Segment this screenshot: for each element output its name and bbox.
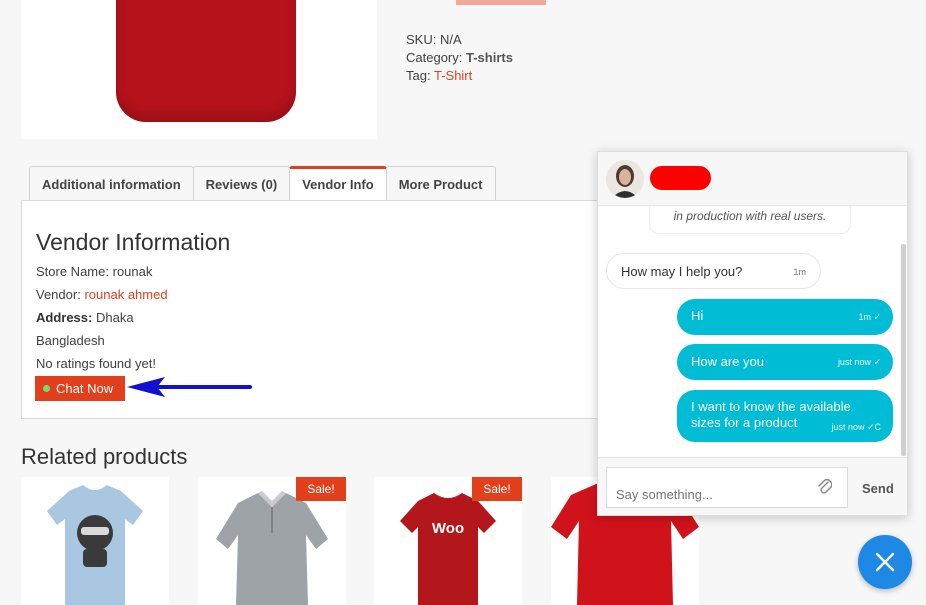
- vendor-info-panel: Vendor Information Store Name: rounak Ve…: [21, 200, 601, 419]
- agent-name-redacted: [650, 166, 711, 190]
- agent-avatar: [606, 160, 644, 198]
- ratings-text: No ratings found yet!: [36, 356, 156, 371]
- related-products-title: Related products: [21, 444, 188, 469]
- paperclip-icon[interactable]: [818, 478, 832, 495]
- vendor-title: Vendor Information: [36, 229, 231, 255]
- send-button[interactable]: Send: [862, 481, 894, 496]
- red-tshirt-image: [116, 0, 296, 122]
- tab-vendor-info[interactable]: Vendor Info: [289, 166, 387, 201]
- address-row: Address: Dhaka: [36, 310, 134, 325]
- tag-row: Tag: T-Shirt: [406, 68, 473, 83]
- outgoing-message: Hi 1m ✓: [677, 299, 893, 335]
- chat-widget: in production with real users. How may I…: [597, 151, 908, 516]
- woman-avatar-icon: [606, 160, 644, 198]
- product-meta: SKU: N/A Category: T-shirts Tag: T-Shirt: [406, 31, 513, 85]
- related-product-card[interactable]: Sale!: [198, 477, 346, 605]
- product-image[interactable]: [21, 0, 377, 139]
- tab-more-product[interactable]: More Product: [385, 166, 496, 200]
- chat-footer: Send: [598, 457, 907, 515]
- country-row: Bangladesh: [36, 333, 105, 348]
- outgoing-message: I want to know the available sizes for a…: [677, 390, 893, 442]
- message-time: 1m: [793, 267, 806, 277]
- product-tabs: Additional information Reviews (0) Vendo…: [29, 166, 496, 201]
- system-message: in production with real users.: [649, 206, 851, 234]
- vendor-link[interactable]: rounak ahmed: [84, 287, 167, 302]
- outgoing-message: How are you just now ✓: [677, 344, 893, 380]
- store-name-row: Store Name: rounak: [36, 264, 153, 279]
- category-row: Category: T-shirts: [406, 50, 513, 65]
- message-time: just now ✓: [837, 357, 881, 367]
- tab-reviews[interactable]: Reviews (0): [192, 166, 291, 200]
- woo-print-text: Woo: [432, 520, 464, 537]
- sku-row: SKU: N/A: [406, 32, 462, 47]
- chat-message-input[interactable]: [606, 467, 848, 508]
- sale-badge: Sale!: [296, 477, 346, 501]
- sale-badge: Sale!: [472, 477, 522, 501]
- add-to-cart-button-edge[interactable]: [456, 0, 546, 5]
- close-chat-button[interactable]: [858, 535, 912, 589]
- message-time: just now ✓C: [831, 422, 881, 432]
- chat-header: [598, 152, 907, 206]
- chat-now-button[interactable]: Chat Now: [35, 376, 125, 401]
- vendor-row: Vendor: rounak ahmed: [36, 287, 168, 302]
- chat-scrollbar[interactable]: [901, 244, 906, 456]
- blue-arrow-annotation: [127, 377, 252, 397]
- close-icon: [875, 552, 895, 572]
- related-product-card[interactable]: [21, 477, 169, 605]
- tab-additional-information[interactable]: Additional information: [29, 166, 194, 200]
- related-product-card[interactable]: Woo Sale!: [374, 477, 522, 605]
- ninja-tshirt-icon: [47, 485, 143, 605]
- category-link[interactable]: T-shirts: [466, 50, 513, 65]
- incoming-message: How may I help you? 1m: [606, 253, 821, 289]
- message-time: 1m ✓: [858, 312, 881, 322]
- online-dot-icon: [43, 385, 50, 392]
- tag-link[interactable]: T-Shirt: [434, 68, 472, 83]
